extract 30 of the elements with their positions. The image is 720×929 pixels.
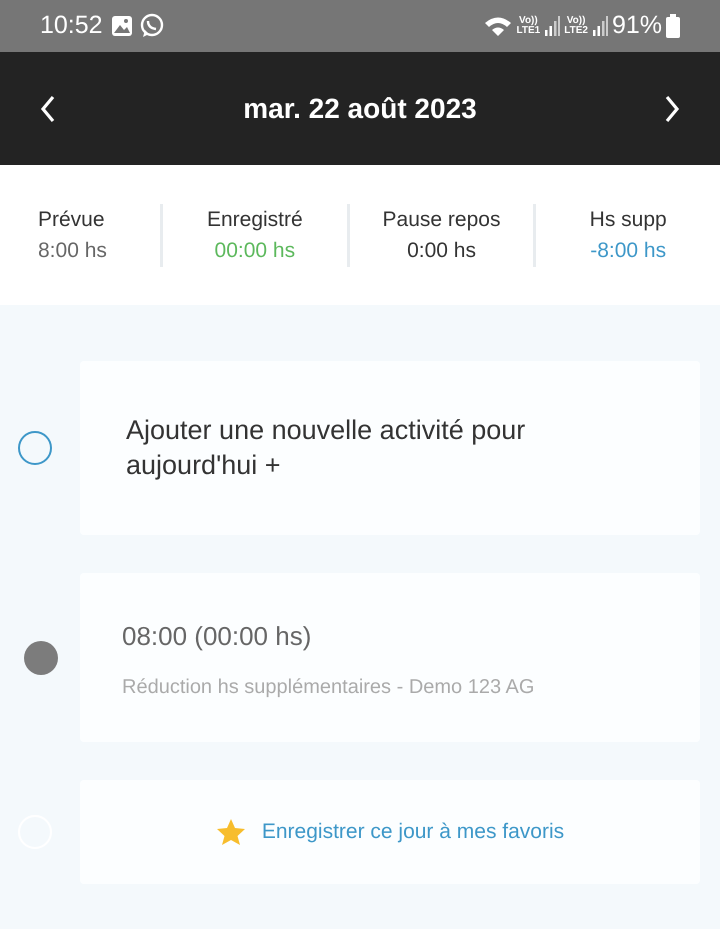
signal-icon	[592, 15, 608, 37]
summary-value: -8:00 hs	[589, 238, 668, 264]
summary-value: 00:00 hs	[214, 238, 296, 264]
chat-icon	[138, 13, 165, 39]
battery-icon	[666, 14, 680, 38]
summary-label: Enregistré	[206, 206, 304, 232]
network-label: LTE1	[516, 26, 540, 36]
timeline-marker	[24, 640, 58, 675]
signal-icon	[544, 15, 560, 37]
summary-label: Pause repos	[382, 206, 502, 232]
activity-card[interactable]: 08:00 (00:00 hs) Réduction hs supplémentaires - Demo 123 AG	[80, 573, 700, 742]
date-title: mar. 22 août 2023	[243, 92, 477, 126]
clock-time: 10:52	[40, 10, 103, 42]
summary-label: Hs supp	[588, 206, 668, 232]
image-icon	[110, 15, 133, 37]
battery-percentage: 91%	[612, 10, 662, 42]
summary-value: 8:00 hs	[38, 238, 108, 264]
summary-value: 0:00 hs	[406, 238, 477, 264]
timeline-marker	[18, 431, 52, 466]
favorite-link[interactable]: Enregistrer ce jour à mes favoris	[262, 816, 564, 848]
network-label: LTE2	[564, 26, 588, 36]
summary-label: Prévue	[38, 206, 106, 232]
activity-detail: Réduction hs supplémentaires - Demo 123 AG	[122, 675, 536, 700]
chevron-left-icon	[40, 94, 56, 122]
add-activity-link[interactable]: Ajouter une nouvelle activité pour aujourd'hui +	[80, 361, 700, 536]
chevron-right-icon	[664, 94, 680, 122]
star-icon	[216, 818, 246, 846]
network-label: Vo))	[566, 16, 586, 26]
activity-time: 08:00 (00:00 hs)	[122, 620, 312, 654]
network-label: Vo))	[518, 16, 539, 26]
